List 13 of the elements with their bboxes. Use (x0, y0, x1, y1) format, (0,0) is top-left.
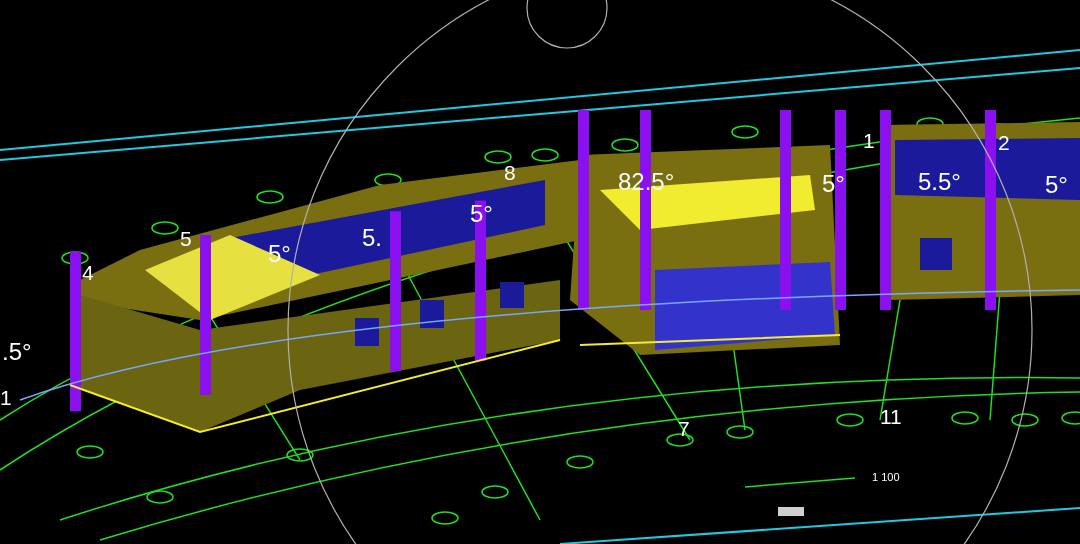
angle-label: 5. (362, 224, 382, 251)
angle-label: 5° (470, 200, 493, 227)
axis-number: 4 (82, 261, 94, 284)
scale-label: 1 100 (872, 471, 900, 483)
angle-label: 5° (1045, 171, 1068, 198)
angle-label: 5.5° (918, 168, 961, 195)
axis-number: 2 (998, 131, 1010, 154)
axis-number: 8 (504, 161, 516, 184)
axis-number: 1 (0, 386, 12, 409)
axis-number: 5 (180, 227, 192, 250)
axis-number: 11 (880, 405, 902, 428)
title-stamp (778, 507, 804, 516)
angle-label: .5° (2, 338, 32, 365)
